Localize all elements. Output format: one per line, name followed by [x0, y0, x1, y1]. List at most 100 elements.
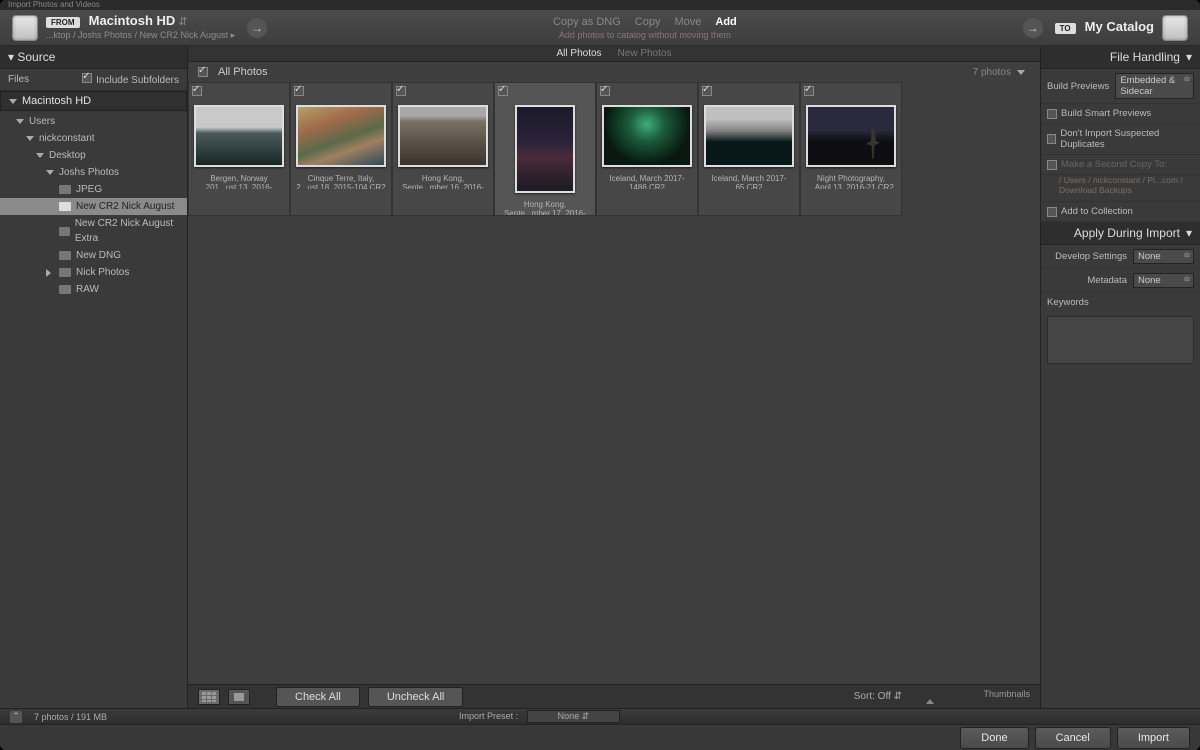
apply-during-import-header[interactable]: Apply During Import ▾ — [1041, 222, 1200, 245]
source-disk-name[interactable]: Macintosh HD — [89, 13, 176, 28]
build-previews-dropdown[interactable]: Embedded & Sidecar — [1115, 73, 1194, 99]
thumbnail-caption: Night Photography, ...April 13, 2016-21.… — [804, 171, 898, 189]
from-badge: FROM — [46, 17, 80, 28]
thumbnail-cell[interactable]: Cinque Terre, Italy, 2...ust 18, 2015-10… — [290, 82, 392, 216]
thumbnail-image[interactable] — [398, 105, 488, 167]
tree-item-users[interactable]: Users — [0, 113, 187, 130]
uncheck-all-button[interactable]: Uncheck All — [368, 687, 463, 707]
sort-label: Sort: — [854, 691, 875, 702]
tab-new-photos[interactable]: New Photos — [618, 48, 672, 59]
tree-item-jpeg[interactable]: JPEG — [0, 181, 187, 198]
thumbnail-image[interactable] — [515, 105, 575, 193]
photo-count: 7 photos — [973, 67, 1011, 78]
source-panel: ▾ Source Files Include Subfolders Macint… — [0, 46, 188, 708]
keywords-label: Keywords — [1047, 297, 1089, 308]
thumbnails-label: Thumbnails — [930, 689, 1030, 699]
thumbnail-checkbox[interactable] — [498, 86, 508, 96]
mode-copy[interactable]: Copy — [635, 16, 661, 28]
second-copy-checkbox[interactable] — [1047, 160, 1057, 170]
add-to-collection-checkbox[interactable] — [1047, 207, 1057, 217]
build-smart-previews-checkbox[interactable] — [1047, 109, 1057, 119]
select-all-checkbox[interactable] — [198, 67, 208, 77]
file-handling-header[interactable]: File Handling ▾ — [1041, 46, 1200, 69]
second-copy-path: / Users / nickconstant / Pi...com / Down… — [1041, 175, 1200, 202]
thumbnail-caption: Iceland, March 2017-1486.CR2 — [600, 171, 694, 189]
mode-add[interactable]: Add — [715, 16, 736, 28]
sort-dropdown[interactable]: Off — [878, 691, 891, 702]
import-button[interactable]: Import — [1117, 727, 1190, 749]
thumbnail-cell[interactable]: Hong Kong, Septe...mber 16, 2016-62.CR2 — [392, 82, 494, 216]
tree-item-nick-photos[interactable]: Nick Photos — [0, 264, 187, 281]
settings-panel: File Handling ▾ Build Previews Embedded … — [1040, 46, 1200, 708]
thumbnail-image[interactable] — [194, 105, 284, 167]
mode-copy-dng[interactable]: Copy as DNG — [553, 16, 621, 28]
thumbnail-checkbox[interactable] — [804, 86, 814, 96]
files-label: Files — [8, 74, 29, 85]
thumbnail-caption: Hong Kong, Septe...mber 16, 2016-62.CR2 — [396, 171, 490, 189]
grid-view-button[interactable] — [198, 689, 220, 705]
volume-header[interactable]: Macintosh HD — [0, 91, 187, 111]
expand-button[interactable]: ⌃ — [10, 711, 22, 723]
metadata-dropdown[interactable]: None — [1133, 273, 1194, 288]
source-breadcrumb[interactable]: ...ktop / Joshs Photos / New CR2 Nick Au… — [46, 29, 235, 41]
import-preset-label: Import Preset : — [459, 711, 518, 721]
cancel-button[interactable]: Cancel — [1035, 727, 1111, 749]
check-all-button[interactable]: Check All — [276, 687, 360, 707]
thumbnail-cell[interactable]: Iceland, March 2017-65.CR2 — [698, 82, 800, 216]
include-subfolders-checkbox[interactable]: Include Subfolders — [82, 73, 179, 86]
thumbnail-caption: Cinque Terre, Italy, 2...ust 18, 2015-10… — [294, 171, 388, 189]
thumbnail-image[interactable] — [704, 105, 794, 167]
done-button[interactable]: Done — [960, 727, 1028, 749]
sort-direction-icon[interactable] — [1017, 70, 1025, 75]
tree-item-new-cr2-nick-august-extra[interactable]: New CR2 Nick August Extra — [0, 215, 187, 247]
grid-area: All Photos New Photos All Photos 7 photo… — [188, 46, 1040, 708]
grid-title: All Photos — [218, 66, 268, 78]
thumbnail-image[interactable] — [296, 105, 386, 167]
thumbnail-checkbox[interactable] — [294, 86, 304, 96]
header: FROM Macintosh HD ⇵ ...ktop / Joshs Phot… — [0, 10, 1200, 46]
thumbnail-checkbox[interactable] — [702, 86, 712, 96]
folder-tree: Users nickconstant Desktop Joshs Photos … — [0, 111, 187, 300]
import-mode-tabs: Copy as DNG Copy Move Add Add photos to … — [279, 16, 1011, 40]
thumbnail-image[interactable] — [602, 105, 692, 167]
build-previews-label: Build Previews — [1047, 81, 1109, 92]
thumbnail-cell[interactable]: Night Photography, ...April 13, 2016-21.… — [800, 82, 902, 216]
source-disk-icon — [12, 15, 38, 41]
destination-name[interactable]: My Catalog — [1085, 19, 1154, 34]
thumbnail-size-slider[interactable] — [926, 699, 934, 704]
arrow-right-icon: → — [1023, 18, 1043, 38]
thumbnail-caption: Bergen, Norway 201...ust 13, 2016-196.CR… — [192, 171, 286, 189]
arrow-right-icon: → — [247, 18, 267, 38]
destination-disk-icon — [1162, 15, 1188, 41]
thumbnail-cell[interactable]: Bergen, Norway 201...ust 13, 2016-196.CR… — [188, 82, 290, 216]
tree-item-raw[interactable]: RAW — [0, 281, 187, 298]
develop-settings-dropdown[interactable]: None — [1133, 249, 1194, 264]
thumbnail-checkbox[interactable] — [192, 86, 202, 96]
metadata-label: Metadata — [1047, 275, 1127, 286]
thumbnail-checkbox[interactable] — [396, 86, 406, 96]
tree-item-nickconstant[interactable]: nickconstant — [0, 130, 187, 147]
thumbnail-caption: Iceland, March 2017-65.CR2 — [702, 171, 796, 189]
thumbnail-checkbox[interactable] — [600, 86, 610, 96]
tree-item-desktop[interactable]: Desktop — [0, 147, 187, 164]
to-badge: TO — [1055, 23, 1076, 34]
tree-item-new-dng[interactable]: New DNG — [0, 247, 187, 264]
thumbnail-cell[interactable]: Iceland, March 2017-1486.CR2 — [596, 82, 698, 216]
window-titlebar: Import Photos and Videos — [0, 0, 1200, 10]
source-panel-header[interactable]: ▾ Source — [0, 46, 187, 69]
tree-item-new-cr2-nick-august[interactable]: New CR2 Nick August — [0, 198, 187, 215]
develop-settings-label: Develop Settings — [1047, 251, 1127, 262]
mode-move[interactable]: Move — [674, 16, 701, 28]
keywords-input[interactable] — [1047, 316, 1194, 364]
loupe-view-button[interactable] — [228, 689, 250, 705]
status-count: 7 photos / 191 MB — [34, 712, 107, 722]
thumbnail-cell[interactable]: Hong Kong, Septe...mber 17, 2016-74.CR2 — [494, 82, 596, 216]
import-dialog: Import Photos and Videos FROM Macintosh … — [0, 0, 1200, 750]
tab-all-photos[interactable]: All Photos — [557, 48, 602, 59]
tree-item-joshs-photos[interactable]: Joshs Photos — [0, 164, 187, 181]
import-preset-dropdown[interactable]: None ⇵ — [527, 710, 621, 723]
dont-import-duplicates-checkbox[interactable] — [1047, 134, 1056, 144]
dialog-buttons: Done Cancel Import — [0, 724, 1200, 750]
thumbnail-caption: Hong Kong, Septe...mber 17, 2016-74.CR2 — [498, 197, 592, 215]
thumbnail-image[interactable] — [806, 105, 896, 167]
